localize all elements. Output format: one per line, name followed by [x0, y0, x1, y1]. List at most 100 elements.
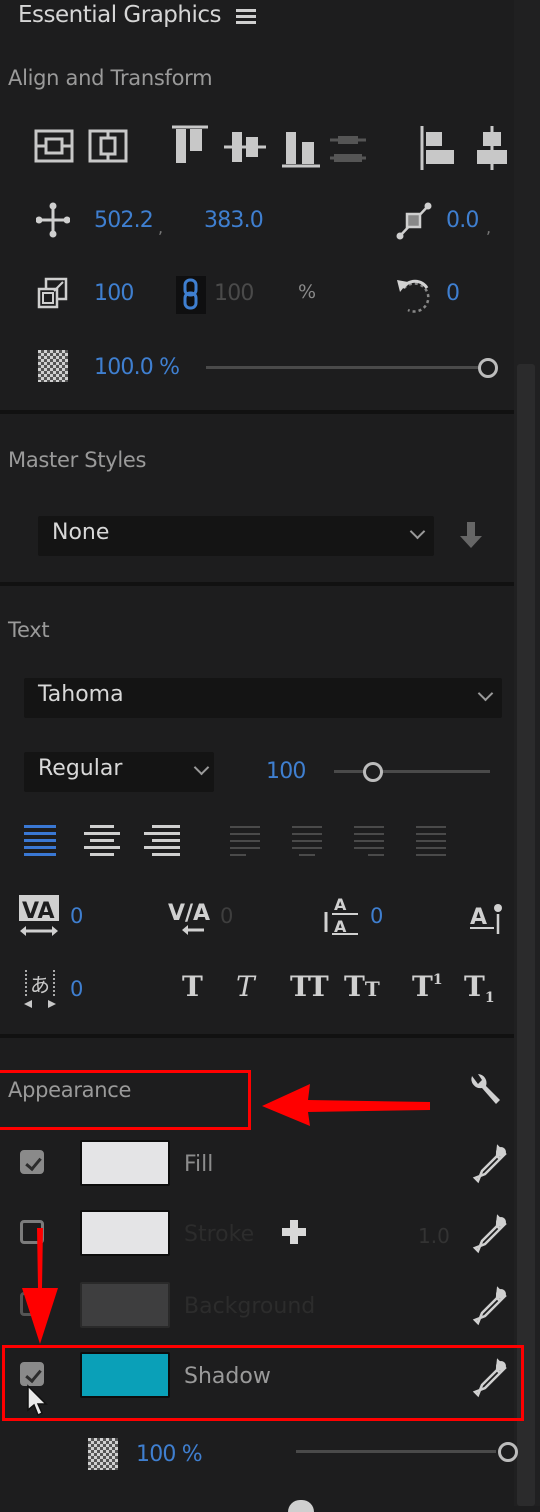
shadow-checkbox[interactable] [20, 1362, 44, 1386]
fill-checkbox[interactable] [20, 1150, 44, 1174]
background-color-swatch[interactable] [80, 1282, 170, 1328]
section-title-align-transform: Align and Transform [8, 66, 213, 90]
wrench-icon[interactable] [466, 1070, 506, 1116]
font-family-dropdown[interactable]: Tahoma [24, 678, 502, 718]
align-left-text-icon [24, 825, 56, 856]
align-horizontal-frame-icon[interactable] [88, 128, 128, 164]
anchor-separator: , [486, 218, 492, 237]
justify-center-icon [292, 826, 322, 856]
rotation-icon [394, 274, 434, 318]
subscript-button[interactable]: T1 [464, 970, 495, 1006]
font-style-value: Regular [38, 756, 123, 781]
stroke-color-swatch[interactable] [80, 1210, 170, 1256]
scale-unit: % [298, 281, 316, 303]
justify-left-button[interactable] [230, 824, 262, 864]
anchor-x-input[interactable]: 0.0 [446, 208, 479, 233]
faux-italic-button[interactable]: T [236, 970, 255, 1003]
move-position-icon [36, 202, 70, 238]
push-style-down-icon[interactable] [458, 520, 484, 552]
kerning-input[interactable]: 0 [70, 904, 83, 928]
svg-text:VA: VA [22, 899, 55, 924]
align-vcenter-icon[interactable] [224, 128, 266, 166]
shadow-color-swatch[interactable] [80, 1352, 170, 1398]
align-hcenter-icon[interactable] [474, 124, 510, 172]
partial-slider-knob [288, 1500, 314, 1512]
justify-all-icon [416, 826, 446, 856]
align-right-text-icon [144, 825, 180, 856]
svg-text:あ: あ [30, 973, 50, 997]
section-divider [0, 582, 514, 586]
tsume-input[interactable]: 0 [70, 977, 83, 1001]
background-label: Background [184, 1294, 316, 1319]
faux-bold-button[interactable]: T [182, 970, 203, 1003]
leading-icon: AA [320, 892, 364, 942]
all-caps-button[interactable]: TT [290, 970, 329, 1003]
opacity-checker-icon [38, 350, 68, 382]
position-separator: , [158, 218, 164, 237]
stroke-label: Stroke [184, 1222, 255, 1247]
justify-left-icon [230, 826, 260, 856]
align-vertical-frame-icon[interactable] [34, 128, 74, 164]
align-left-icon[interactable] [418, 124, 458, 172]
section-divider [0, 410, 514, 414]
justify-right-button[interactable] [354, 824, 386, 864]
shadow-opacity-checker-icon [88, 1438, 118, 1470]
justify-center-button[interactable] [292, 824, 324, 864]
baseline-shift-icon[interactable]: A [470, 896, 506, 942]
leading-input[interactable]: 0 [370, 904, 383, 928]
eyedropper-icon[interactable] [472, 1214, 508, 1258]
anchor-point-icon [396, 202, 432, 240]
annotation-arrow-down [20, 1228, 60, 1350]
master-style-dropdown[interactable]: None [38, 516, 434, 556]
fill-label: Fill [184, 1152, 214, 1177]
font-size-slider[interactable] [334, 762, 494, 782]
mouse-cursor-icon [26, 1384, 50, 1422]
align-bottom-icon[interactable] [280, 128, 322, 170]
rotation-input[interactable]: 0 [446, 281, 460, 306]
text-align-center-button[interactable] [84, 822, 120, 864]
align-top-icon[interactable] [170, 124, 210, 168]
tracking-icon: V/A [168, 896, 212, 942]
opacity-slider-knob[interactable] [478, 358, 498, 378]
opacity-input[interactable]: 100.0 % [94, 355, 180, 380]
align-center-text-icon [84, 825, 120, 856]
shadow-opacity-slider[interactable] [296, 1442, 518, 1464]
master-style-value: None [52, 520, 110, 545]
small-caps-button[interactable]: TT [344, 970, 380, 1003]
font-style-dropdown[interactable]: Regular [24, 752, 214, 792]
scale-width-input[interactable]: 100 [94, 281, 134, 306]
shadow-opacity-input[interactable]: 100 % [136, 1442, 203, 1467]
section-title-master-styles: Master Styles [8, 448, 147, 472]
opacity-slider[interactable] [206, 358, 498, 384]
scale-icon [36, 276, 70, 312]
tsume-icon: あ [22, 966, 62, 1014]
shadow-label: Shadow [184, 1364, 271, 1389]
text-align-left-button[interactable] [24, 822, 58, 864]
text-align-right-button[interactable] [144, 822, 180, 864]
chevron-down-icon [409, 523, 426, 540]
justify-all-button[interactable] [416, 824, 448, 864]
svg-text:A: A [334, 895, 347, 914]
scrollbar-thumb[interactable] [517, 364, 535, 1506]
panel-title: Essential Graphics [18, 2, 222, 28]
annotation-highlight-appearance [0, 1070, 251, 1130]
tracking-input: 0 [220, 904, 233, 928]
position-x-input[interactable]: 502.2 [94, 208, 154, 233]
link-chain-icon [183, 278, 198, 310]
hamburger-menu-icon[interactable] [236, 6, 256, 28]
add-stroke-icon[interactable] [280, 1218, 308, 1250]
kerning-icon: VA [18, 894, 62, 942]
scale-height-input: 100 [214, 281, 254, 306]
eyedropper-icon[interactable] [472, 1358, 508, 1402]
section-title-text: Text [8, 618, 50, 642]
font-size-input[interactable]: 100 [266, 759, 306, 784]
shadow-opacity-slider-knob[interactable] [498, 1442, 518, 1462]
fill-color-swatch[interactable] [80, 1140, 170, 1186]
superscript-button[interactable]: T1 [412, 970, 443, 1003]
link-scale-toggle[interactable] [176, 276, 206, 314]
eyedropper-icon[interactable] [472, 1286, 508, 1330]
position-y-input[interactable]: 383.0 [204, 208, 264, 233]
annotation-arrow-left [262, 1082, 432, 1132]
eyedropper-icon[interactable] [472, 1144, 508, 1188]
font-size-slider-knob[interactable] [363, 762, 383, 782]
